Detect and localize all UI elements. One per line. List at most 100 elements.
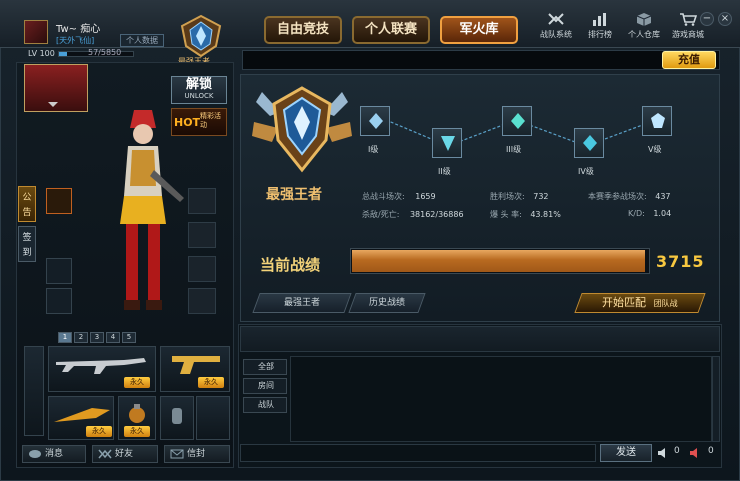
unlock-button[interactable]: 解锁 UNLOCK <box>171 76 227 104</box>
chevron-down-icon[interactable] <box>48 102 58 107</box>
pistol-icon <box>172 356 220 374</box>
chat-header <box>240 326 720 352</box>
player-avatar[interactable] <box>24 20 48 44</box>
diamond-icon <box>369 113 383 129</box>
weapon-tab-2[interactable]: 2 <box>74 332 88 343</box>
grenade-slot[interactable] <box>188 256 216 282</box>
rank-badge-icon[interactable] <box>176 14 226 58</box>
hot-event-label: 精彩活动 <box>200 112 221 129</box>
red-speaker-icon[interactable] <box>688 446 702 460</box>
weapon-tab-4[interactable]: 4 <box>106 332 120 343</box>
diamond-icon <box>651 113 665 128</box>
close-icon[interactable]: × <box>718 12 732 26</box>
mail-label: 信封 <box>187 449 206 459</box>
gloves-slot[interactable] <box>188 288 216 314</box>
tier-2-label: II级 <box>438 167 451 176</box>
recharge-button[interactable]: 充值 <box>662 51 716 69</box>
tier-4-label: IV级 <box>578 167 594 176</box>
empty-slot[interactable] <box>196 396 230 440</box>
chat-scrollbar[interactable] <box>712 356 720 442</box>
chat-channel-room[interactable]: 房间 <box>243 378 287 394</box>
team-system-label: 战队系统 <box>540 30 572 39</box>
rank-name: 最强王者 <box>266 187 322 203</box>
chat-messages <box>290 356 712 442</box>
friends-icon <box>98 449 112 459</box>
stat-value: 732 <box>533 192 549 201</box>
stat-value: 437 <box>655 192 671 201</box>
knife-icon <box>54 408 110 422</box>
master-rank-icon <box>252 86 352 173</box>
player-name: Tw~ 痴心 <box>56 24 101 35</box>
unlock-title: 解锁 <box>185 77 212 92</box>
stat-value: 43.81% <box>530 210 561 219</box>
chat-input[interactable] <box>240 444 596 462</box>
helmet-slot[interactable] <box>188 188 216 214</box>
match-mode-label: 团队战 <box>653 299 678 308</box>
history-label: 历史战绩 <box>368 298 405 308</box>
checkin-tab[interactable]: 签到 <box>18 226 36 262</box>
rifle-icon <box>56 358 146 374</box>
player-clan[interactable]: [天外飞仙] <box>56 35 94 46</box>
stat-value: 1.04 <box>653 209 672 218</box>
tier-5-label: V级 <box>648 145 662 154</box>
messages-label: 消息 <box>45 449 64 459</box>
weapon-tab-1[interactable]: 1 <box>58 332 72 343</box>
performance-value: 3715 <box>656 252 705 271</box>
stat-headshot-rate: 爆 头 率: 43.81% <box>490 209 561 220</box>
announcement-tab[interactable]: 公告 <box>18 186 36 222</box>
start-match-button[interactable]: 开始匹配 团队战 <box>574 293 706 313</box>
stat-value: 38162/36886 <box>409 210 464 219</box>
warehouse-label: 个人仓库 <box>628 30 660 39</box>
tab-personal-league[interactable]: 个人联赛 <box>352 16 430 44</box>
team-icon <box>548 13 564 25</box>
cart-icon <box>680 13 697 26</box>
character-slot[interactable] <box>46 258 72 284</box>
tab-armory[interactable]: 军火库 <box>440 16 518 44</box>
weapon-tab-5[interactable]: 5 <box>122 332 136 343</box>
tier-1-label: I级 <box>368 145 379 154</box>
character-slot[interactable] <box>46 288 72 314</box>
chat-channel-team[interactable]: 战队 <box>243 397 287 413</box>
character-model <box>120 110 184 310</box>
stat-kd-ratio: K/D: 1.04 <box>628 209 671 218</box>
armor-slot[interactable] <box>188 222 216 248</box>
friends-label: 好友 <box>115 449 134 459</box>
chat-channel-all[interactable]: 全部 <box>243 359 287 375</box>
leaderboard-button[interactable]: 排行榜 <box>580 12 620 40</box>
start-match-label: 开始匹配 <box>602 296 647 309</box>
minimize-icon[interactable]: − <box>700 12 714 26</box>
diamond-icon <box>441 136 455 151</box>
team-system-button[interactable]: 战队系统 <box>536 12 576 40</box>
speaker-count: 0 <box>674 446 680 456</box>
strongest-king-button[interactable]: 最强王者 <box>252 293 352 313</box>
leaderboard-icon <box>593 13 606 26</box>
stat-kill-death: 杀敌/死亡: 38162/36886 <box>362 209 464 220</box>
warehouse-icon <box>636 13 652 26</box>
xp-bar-fill <box>59 52 67 56</box>
stat-total-battles: 总战斗场次: 1659 <box>362 191 436 202</box>
speaker-icon[interactable] <box>656 446 670 460</box>
flashbang-icon <box>172 408 182 424</box>
stat-label: 总战斗场次: <box>362 192 405 201</box>
weapon-category-column[interactable] <box>24 346 44 436</box>
tier-3-label: III级 <box>506 145 522 154</box>
strongest-king-label: 最强王者 <box>283 298 320 308</box>
permanent-badge: 永久 <box>86 426 112 437</box>
stat-label: 本赛季参战场次: <box>588 192 647 201</box>
send-button[interactable]: 发送 <box>600 444 652 462</box>
tab-free-battle[interactable]: 自由竞技 <box>264 16 342 44</box>
unlock-sub: UNLOCK <box>184 92 214 100</box>
personal-data-button[interactable]: 个人数据 <box>120 34 164 47</box>
xp-value: 57/5850 <box>88 48 122 57</box>
warehouse-button[interactable]: 个人仓库 <box>624 12 664 40</box>
grenade-icon <box>129 404 145 423</box>
store-label: 游戏商城 <box>672 30 704 39</box>
permanent-badge: 永久 <box>198 377 224 388</box>
message-icon <box>29 450 41 458</box>
character-slot-active[interactable] <box>46 188 72 214</box>
permanent-badge: 永久 <box>124 426 150 437</box>
history-button[interactable]: 历史战绩 <box>348 293 426 313</box>
stat-season-battles: 本赛季参战场次: 437 <box>588 191 671 202</box>
weapon-tab-3[interactable]: 3 <box>90 332 104 343</box>
permanent-badge: 永久 <box>124 377 150 388</box>
